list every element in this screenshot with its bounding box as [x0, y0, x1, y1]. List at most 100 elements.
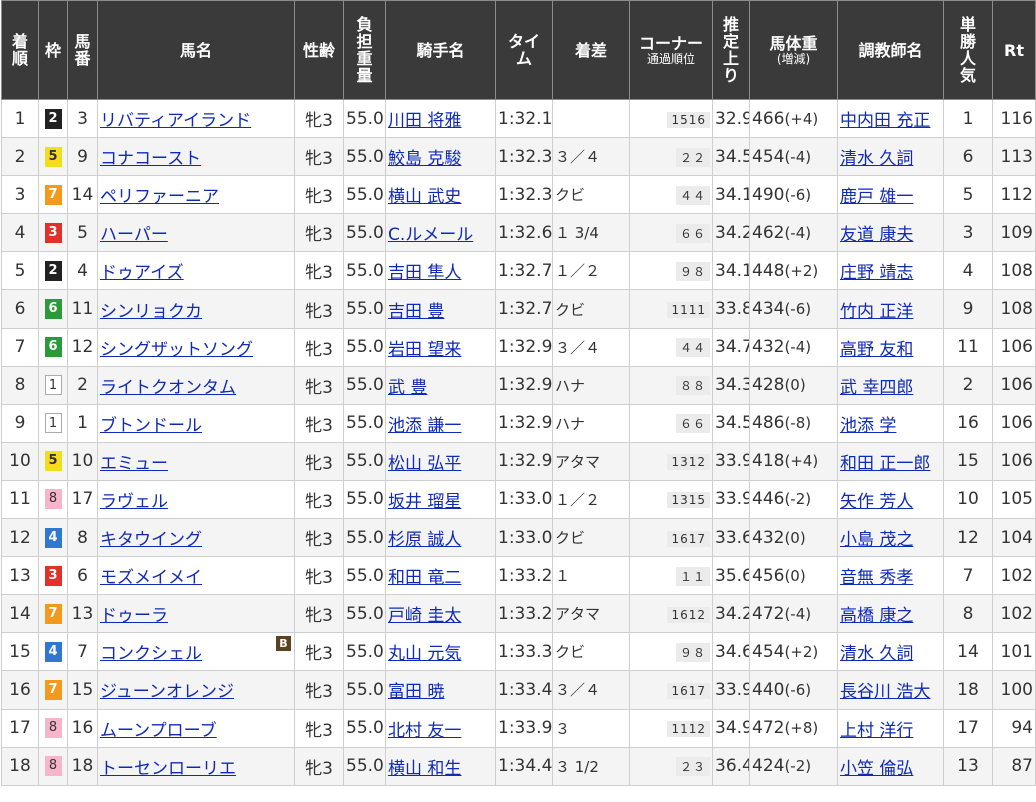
horse-name-cell: モズメイメイ: [97, 556, 295, 596]
horse-name-link[interactable]: コナコースト: [100, 149, 201, 169]
margin-cell: ３／４: [552, 670, 630, 710]
horse-name-link[interactable]: ラヴェル: [100, 492, 168, 512]
horse-name-link[interactable]: エミュー: [100, 454, 168, 474]
jockey-link[interactable]: C.ルメール: [388, 225, 473, 245]
horse-number-cell: 5: [67, 213, 98, 253]
bodyweight-cell: 486(-8): [749, 403, 838, 443]
horse-name-link[interactable]: ムーンプローブ: [100, 721, 217, 741]
jockey-link[interactable]: 鮫島 克駿: [388, 149, 461, 169]
rating-cell: 101: [992, 632, 1036, 672]
trainer-link[interactable]: 友道 康夫: [840, 225, 913, 245]
header-last3f: 推定上り: [712, 0, 750, 100]
horse-name-link[interactable]: リバティアイランド: [100, 111, 251, 131]
rating-cell: 113: [992, 137, 1036, 177]
trainer-link[interactable]: 高橋 康之: [840, 606, 913, 626]
trainer-cell: 矢作 芳人: [837, 479, 944, 520]
waku-badge: 3: [44, 222, 62, 243]
popularity-cell: 10: [943, 479, 993, 520]
time-cell: 1:32.6: [495, 213, 553, 253]
jockey-link[interactable]: 戸崎 圭太: [388, 606, 461, 626]
horse-name-link[interactable]: コンクシェル: [100, 644, 202, 664]
jockey-link[interactable]: 丸山 元気: [388, 644, 461, 664]
trainer-link[interactable]: 清水 久詞: [840, 149, 913, 169]
bodyweight-diff: (0): [784, 376, 806, 395]
jockey-link[interactable]: 杉原 誠人: [388, 530, 461, 550]
jockey-link[interactable]: 松山 弘平: [388, 454, 461, 474]
jockey-link[interactable]: 川田 将雅: [388, 111, 461, 131]
table-row: 11 8 17 ラヴェル 牝3 55.0 坂井 瑠星 1:33.0 １／２ 1315 33.9 446…: [1, 479, 1036, 520]
weight-cell: 55.0: [343, 289, 386, 329]
trainer-link[interactable]: 武 幸四郎: [840, 378, 913, 398]
bodyweight-diff: (-6): [784, 680, 812, 699]
horse-name-link[interactable]: キタウイング: [100, 530, 202, 550]
popularity-cell: 8: [943, 594, 993, 634]
trainer-link[interactable]: 長谷川 浩大: [840, 682, 930, 702]
header-corner-line1: コーナー: [638, 33, 703, 53]
jockey-link[interactable]: 横山 和生: [388, 759, 461, 779]
last3f-cell: 33.8: [712, 289, 750, 329]
rank-cell: 6: [1, 289, 39, 329]
horse-name-link[interactable]: ライトクオンタム: [100, 378, 236, 398]
horse-name-link[interactable]: ハーパー: [100, 225, 168, 245]
rating-cell: 106: [992, 327, 1036, 367]
horse-name-link[interactable]: ペリファーニア: [100, 187, 219, 207]
trainer-link[interactable]: 池添 学: [840, 416, 896, 436]
horse-name-cell: ペリファーニア: [97, 175, 295, 215]
trainer-cell: 武 幸四郎: [837, 365, 944, 405]
trainer-link[interactable]: 高野 友和: [840, 340, 913, 360]
horse-name-cell: リバティアイランド: [97, 98, 295, 139]
trainer-link[interactable]: 和田 正一郎: [840, 454, 930, 474]
jockey-link[interactable]: 和田 竜二: [388, 568, 461, 588]
horse-name-link[interactable]: シンリョクカ: [100, 302, 202, 322]
horse-name-link[interactable]: ジューンオレンジ: [100, 682, 234, 702]
trainer-link[interactable]: 上村 洋行: [840, 721, 913, 741]
jockey-link[interactable]: 吉田 豊: [388, 302, 444, 322]
horse-name-link[interactable]: ブトンドール: [100, 416, 202, 436]
corner-positions: １１: [675, 566, 710, 586]
horse-name-link[interactable]: トーセンローリエ: [100, 759, 236, 779]
bodyweight-diff: (-2): [784, 490, 812, 509]
trainer-cell: 和田 正一郎: [837, 441, 944, 481]
trainer-link[interactable]: 鹿戸 雄一: [840, 187, 913, 207]
horse-name-link[interactable]: ドゥーラ: [100, 606, 168, 626]
horse-name-link[interactable]: モズメイメイ: [100, 568, 202, 588]
horse-name-cell: コンクシェル B: [97, 632, 295, 672]
trainer-link[interactable]: 庄野 靖志: [840, 263, 913, 283]
corner-positions: ６６: [675, 414, 710, 434]
rank-cell: 5: [1, 251, 39, 291]
jockey-link[interactable]: 吉田 隼人: [388, 263, 461, 283]
trainer-link[interactable]: 小笠 倫弘: [840, 759, 913, 779]
trainer-link[interactable]: 清水 久詞: [840, 644, 913, 664]
last3f-cell: 33.6: [712, 518, 750, 558]
jockey-link[interactable]: 富田 暁: [388, 682, 444, 702]
jockey-link[interactable]: 北村 友一: [388, 721, 461, 741]
time-cell: 1:33.9: [495, 708, 553, 748]
waku-badge: 4: [44, 527, 62, 548]
time-cell: 1:33.0: [495, 479, 553, 520]
jockey-link[interactable]: 横山 武史: [388, 187, 461, 207]
corner-cell: 1112: [629, 708, 713, 748]
rating-cell: 108: [992, 251, 1036, 291]
trainer-link[interactable]: 小島 茂之: [840, 530, 913, 550]
bodyweight-cell: 434(-6): [749, 289, 838, 329]
jockey-cell: 岩田 望来: [385, 327, 496, 367]
rating-cell: 109: [992, 213, 1036, 253]
trainer-link[interactable]: 矢作 芳人: [840, 492, 913, 512]
jockey-link[interactable]: 坂井 瑠星: [388, 492, 461, 512]
horse-name-link[interactable]: ドゥアイズ: [100, 263, 184, 283]
trainer-link[interactable]: 竹内 正洋: [840, 302, 913, 322]
jockey-link[interactable]: 岩田 望来: [388, 340, 461, 360]
jockey-link[interactable]: 武 豊: [388, 378, 427, 398]
horse-number-cell: 1: [67, 403, 98, 443]
last3f-cell: 35.6: [712, 556, 750, 596]
trainer-cell: 高野 友和: [837, 327, 944, 367]
jockey-cell: C.ルメール: [385, 213, 496, 253]
trainer-link[interactable]: 音無 秀孝: [840, 568, 913, 588]
bodyweight-value: 472: [752, 603, 785, 624]
rating-cell: 105: [992, 479, 1036, 520]
horse-name-link[interactable]: シングザットソング: [100, 340, 253, 360]
jockey-link[interactable]: 池添 謙一: [388, 416, 461, 436]
trainer-link[interactable]: 中内田 充正: [840, 111, 930, 131]
header-jockey: 騎手名: [385, 0, 496, 100]
jockey-cell: 鮫島 克駿: [385, 137, 496, 177]
